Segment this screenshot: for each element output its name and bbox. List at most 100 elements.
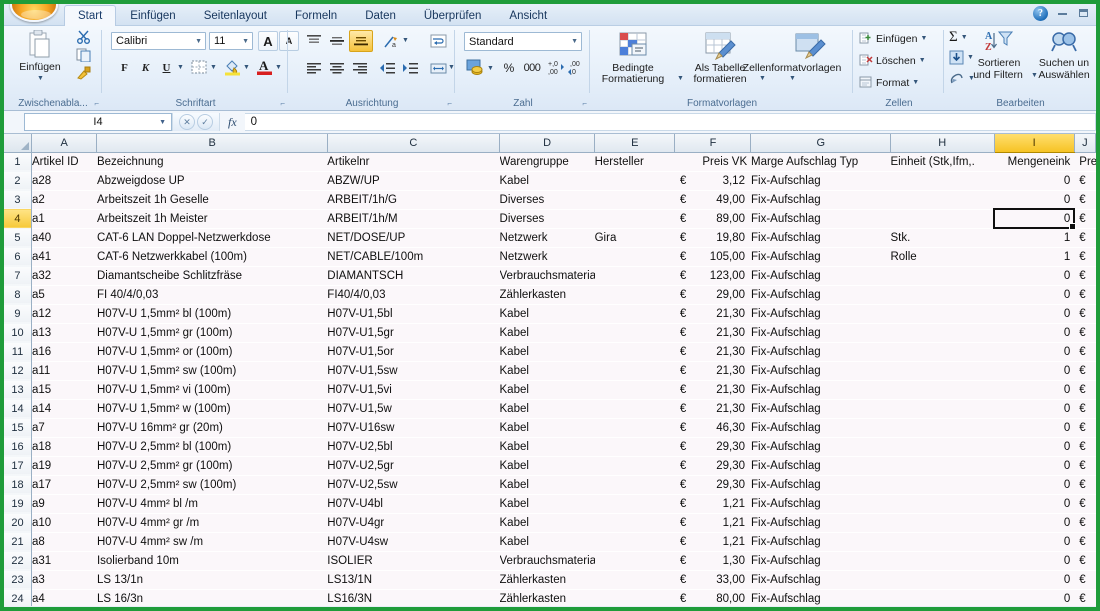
cell-J21[interactable]: €	[1074, 532, 1095, 551]
cell-B7[interactable]: Diamantscheibe Schlitzfräse	[97, 266, 327, 285]
cell-I23[interactable]: 0	[994, 570, 1074, 589]
percent-style-button[interactable]: %	[500, 59, 518, 76]
table-row[interactable]: 18a17H07V-U 2,5mm² sw (100m)H07V-U2,5swK…	[4, 475, 1096, 494]
cell-I11[interactable]: 0	[994, 342, 1074, 361]
cell-C3[interactable]: ARBEIT/1h/G	[327, 190, 499, 209]
cell-F15-currency[interactable]: €	[675, 418, 702, 437]
cell-J9[interactable]: €	[1074, 304, 1095, 323]
cell-B19[interactable]: H07V-U 4mm² bl /m	[97, 494, 327, 513]
cell-E14[interactable]	[595, 399, 675, 418]
fill-color-dropdown-icon[interactable]: ▼	[243, 64, 250, 71]
chevron-down-icon[interactable]: ▼	[919, 57, 926, 64]
table-row[interactable]: 11a16H07V-U 1,5mm² or (100m)H07V-U1,5orK…	[4, 342, 1096, 361]
cell-I2[interactable]: 0	[994, 171, 1074, 190]
cell-J7[interactable]: €	[1074, 266, 1095, 285]
cell-H10[interactable]	[890, 323, 994, 342]
cell-H5[interactable]: Stk.	[890, 228, 994, 247]
column-header-i[interactable]: I	[994, 134, 1074, 152]
conditional-formatting-icon[interactable]	[616, 31, 650, 66]
table-row[interactable]: 6a41CAT-6 Netzwerkkabel (100m)NET/CABLE/…	[4, 247, 1096, 266]
cell-B14[interactable]: H07V-U 1,5mm² w (100m)	[97, 399, 327, 418]
cell-I3[interactable]: 0	[994, 190, 1074, 209]
cell-I12[interactable]: 0	[994, 361, 1074, 380]
cell-C22[interactable]: ISOLIER	[327, 551, 499, 570]
cell-G16[interactable]: Fix-Aufschlag	[751, 437, 890, 456]
cell-G2[interactable]: Fix-Aufschlag	[751, 171, 890, 190]
increase-indent-icon[interactable]	[399, 58, 421, 78]
format-as-table-icon[interactable]	[703, 31, 737, 66]
table-row[interactable]: 21a8H07V-U 4mm² sw /mH07V-U4swKabel€1,21…	[4, 532, 1096, 551]
cancel-icon[interactable]: ✕	[179, 114, 195, 130]
cell-G19[interactable]: Fix-Aufschlag	[751, 494, 890, 513]
cell-G20[interactable]: Fix-Aufschlag	[751, 513, 890, 532]
cell-D18[interactable]: Kabel	[500, 475, 595, 494]
cell-C6[interactable]: NET/CABLE/100m	[327, 247, 499, 266]
chevron-down-icon[interactable]: ▼	[571, 38, 578, 45]
cell-D16[interactable]: Kabel	[500, 437, 595, 456]
cell-E4[interactable]	[595, 209, 675, 228]
worksheet-grid[interactable]: A B C D E F G H I J 1Artikel IDBezeichnu…	[4, 134, 1096, 606]
row-header-1[interactable]: 1	[4, 152, 31, 171]
cell-E17[interactable]	[595, 456, 675, 475]
cell-F21[interactable]: 1,21	[702, 532, 751, 551]
cell-G17[interactable]: Fix-Aufschlag	[751, 456, 890, 475]
table-row[interactable]: 5a40CAT-6 LAN Doppel-NetzwerkdoseNET/DOS…	[4, 228, 1096, 247]
clipboard-dialog-launcher[interactable]: ⌐	[94, 99, 99, 108]
cell-H21[interactable]	[890, 532, 994, 551]
cell-C19[interactable]: H07V-U4bl	[327, 494, 499, 513]
cell-J20[interactable]: €	[1074, 513, 1095, 532]
cell-C1[interactable]: Artikelnr	[327, 152, 499, 171]
cell-I15[interactable]: 0	[994, 418, 1074, 437]
cell-F13-currency[interactable]: €	[675, 380, 702, 399]
row-header-15[interactable]: 15	[4, 418, 31, 437]
cell-F7[interactable]: 123,00	[702, 266, 751, 285]
cell-A24[interactable]: a4	[31, 589, 97, 606]
cell-E6[interactable]	[595, 247, 675, 266]
font-dialog-launcher[interactable]: ⌐	[280, 99, 285, 108]
table-row[interactable]: 23a3LS 13/1nLS13/1NZählerkasten€33,00Fix…	[4, 570, 1096, 589]
cell-D4[interactable]: Diverses	[500, 209, 595, 228]
cell-B18[interactable]: H07V-U 2,5mm² sw (100m)	[97, 475, 327, 494]
font-color-icon[interactable]: A	[256, 57, 273, 81]
cell-F18[interactable]: 29,30	[702, 475, 751, 494]
cell-D1[interactable]: Warengruppe	[500, 152, 595, 171]
cell-H3[interactable]	[890, 190, 994, 209]
cell-G14[interactable]: Fix-Aufschlag	[751, 399, 890, 418]
cell-F24[interactable]: 80,00	[702, 589, 751, 606]
alignment-dialog-launcher[interactable]: ⌐	[447, 99, 452, 108]
row-header-7[interactable]: 7	[4, 266, 31, 285]
cell-H19[interactable]	[890, 494, 994, 513]
borders-dropdown-icon[interactable]: ▼	[210, 64, 217, 71]
table-row[interactable]: 10a13H07V-U 1,5mm² gr (100m)H07V-U1,5grK…	[4, 323, 1096, 342]
cell-F7-currency[interactable]: €	[675, 266, 702, 285]
cell-C23[interactable]: LS13/1N	[327, 570, 499, 589]
cell-A20[interactable]: a10	[31, 513, 97, 532]
align-bottom-icon[interactable]	[349, 30, 373, 52]
cell-F17[interactable]: 29,30	[702, 456, 751, 475]
cell-D24[interactable]: Zählerkasten	[500, 589, 595, 606]
cell-A19[interactable]: a9	[31, 494, 97, 513]
decrease-indent-icon[interactable]	[376, 58, 398, 78]
sort-filter-line1[interactable]: Sortieren	[969, 58, 1029, 70]
row-header-12[interactable]: 12	[4, 361, 31, 380]
cell-styles-icon[interactable]	[793, 31, 827, 66]
cell-G24[interactable]: Fix-Aufschlag	[751, 589, 890, 606]
cell-G21[interactable]: Fix-Aufschlag	[751, 532, 890, 551]
cell-F9-currency[interactable]: €	[675, 304, 702, 323]
cell-G4[interactable]: Fix-Aufschlag	[751, 209, 890, 228]
cell-I10[interactable]: 0	[994, 323, 1074, 342]
cell-H17[interactable]	[890, 456, 994, 475]
restore-icon[interactable]	[1076, 8, 1090, 20]
cell-H15[interactable]	[890, 418, 994, 437]
cell-D3[interactable]: Diverses	[500, 190, 595, 209]
cell-F15[interactable]: 46,30	[702, 418, 751, 437]
format-painter-icon[interactable]	[76, 66, 92, 85]
cell-D6[interactable]: Netzwerk	[500, 247, 595, 266]
cell-F3-currency[interactable]: €	[675, 190, 702, 209]
conditional-formatting-line2[interactable]: Formatierung	[591, 74, 675, 86]
cell-F5[interactable]: 19,80	[702, 228, 751, 247]
cell-F17-currency[interactable]: €	[675, 456, 702, 475]
table-row[interactable]: 15a7H07V-U 16mm² gr (20m)H07V-U16swKabel…	[4, 418, 1096, 437]
tab-daten[interactable]: Daten	[351, 5, 410, 26]
table-row[interactable]: 22a31Isolierband 10mISOLIERVerbrauchsmat…	[4, 551, 1096, 570]
